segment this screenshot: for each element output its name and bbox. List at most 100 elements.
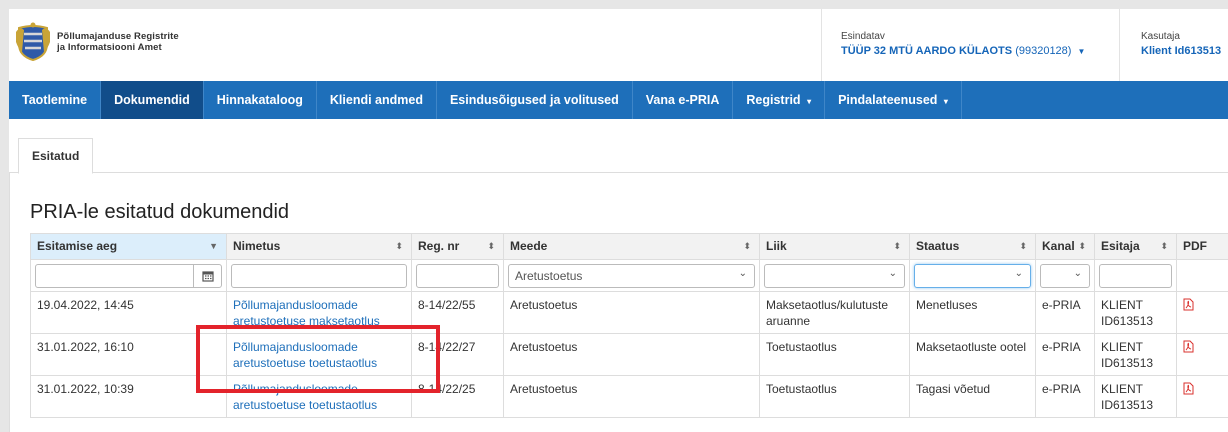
- sort-icon: ⬍: [1160, 241, 1168, 251]
- column-header-esitamise-aeg[interactable]: Esitamise aeg ▼: [30, 233, 227, 260]
- user-label: Kasutaja: [1141, 31, 1180, 42]
- column-header-staatus[interactable]: Staatus ⬍: [909, 233, 1036, 260]
- user-name[interactable]: Klient Id613513: [1141, 45, 1221, 57]
- nav-label: Pindalateenused: [838, 93, 938, 107]
- esitaja-filter-input[interactable]: [1099, 263, 1172, 288]
- chevron-down-icon: ▼: [1077, 47, 1086, 56]
- chevron-down-icon: ▾: [807, 97, 812, 106]
- window-frame-top: [0, 0, 1228, 9]
- cell-date: 31.01.2022, 16:10: [30, 333, 227, 376]
- column-label: Esitaja: [1101, 239, 1140, 253]
- name-filter-input[interactable]: [231, 263, 407, 288]
- nav-label: Esindusõigused ja volitused: [449, 93, 619, 107]
- cell-liik: Toetustaotlus: [759, 375, 910, 418]
- header-divider: [821, 9, 822, 81]
- window-frame-left: [0, 0, 9, 432]
- header-divider: [1119, 9, 1120, 81]
- nav-item-esindusoigused[interactable]: Esindusõigused ja volitused: [437, 81, 633, 119]
- date-filter-input[interactable]: [35, 263, 222, 288]
- column-label: Staatus: [916, 239, 960, 253]
- cell-date: 19.04.2022, 14:45: [30, 291, 227, 334]
- pdf-icon[interactable]: [1183, 382, 1194, 399]
- meede-filter-select[interactable]: Aretustoetus ⌄: [508, 263, 755, 288]
- nav-label: Hinnakataloog: [216, 93, 303, 107]
- column-label: Nimetus: [233, 239, 281, 253]
- document-link[interactable]: Põllumajandusloomade aretustoetuse toetu…: [233, 382, 377, 412]
- cell-reg: 8-14/22/27: [411, 333, 504, 376]
- nav-item-registrid[interactable]: Registrid ▾: [733, 81, 826, 119]
- nav-label: Vana e-PRIA: [645, 93, 720, 107]
- cell-staatus: Menetluses: [909, 291, 1036, 334]
- reg-nr-filter-input[interactable]: [416, 263, 499, 288]
- column-header-liik[interactable]: Liik ⬍: [759, 233, 910, 260]
- pdf-filter-cell: [1176, 259, 1228, 292]
- sort-icon: ⬍: [487, 241, 495, 251]
- cell-staatus: Maksetaotluste ootel: [909, 333, 1036, 376]
- cell-reg: 8-14/22/55: [411, 291, 504, 334]
- representative-value[interactable]: TÜÜP 32 MTÜ AARDO KÜLAOTS (99320128) ▼: [841, 45, 1085, 57]
- representative-selector[interactable]: Esindatav TÜÜP 32 MTÜ AARDO KÜLAOTS (993…: [841, 31, 1085, 57]
- cell-staatus: Tagasi võetud: [909, 375, 1036, 418]
- meede-filter-value: Aretustoetus: [515, 268, 583, 283]
- nav-label: Kliendi andmed: [329, 93, 423, 107]
- column-label: Kanal: [1042, 239, 1075, 253]
- cell-kanal: e-PRIA: [1035, 375, 1095, 418]
- column-label: Meede: [510, 239, 548, 253]
- cell-pdf: [1176, 291, 1228, 334]
- column-header-meede[interactable]: Meede ⬍: [503, 233, 760, 260]
- column-header-reg-nr[interactable]: Reg. nr ⬍: [411, 233, 504, 260]
- chevron-down-icon: ⌄: [888, 267, 897, 279]
- document-link[interactable]: Põllumajandusloomade aretustoetuse makse…: [233, 298, 380, 328]
- cell-liik: Maksetaotlus/kulutuste aruanne: [759, 291, 910, 334]
- staatus-filter-select[interactable]: ⌄: [914, 263, 1031, 288]
- nav-item-vana-epria[interactable]: Vana e-PRIA: [633, 81, 734, 119]
- sort-icon: ⬍: [893, 241, 901, 251]
- org-name-line2: ja Informatsiooni Amet: [57, 42, 162, 53]
- chevron-down-icon: ⌄: [1073, 267, 1082, 279]
- table-row: 31.01.2022, 10:39 Põllumajandusloomade a…: [30, 375, 1228, 418]
- nav-item-dokumendid[interactable]: Dokumendid: [101, 81, 204, 119]
- cell-meede: Aretustoetus: [503, 375, 760, 418]
- cell-date: 31.01.2022, 10:39: [30, 375, 227, 418]
- column-header-kanal[interactable]: Kanal ⬍: [1035, 233, 1095, 260]
- table-row: 19.04.2022, 14:45 Põllumajandusloomade a…: [30, 291, 1228, 334]
- tab-esitatud[interactable]: Esitatud: [18, 138, 94, 174]
- cell-esitaja: KLIENT ID613513: [1094, 333, 1177, 376]
- chevron-down-icon: ▾: [943, 97, 948, 106]
- kanal-filter-select[interactable]: ⌄: [1040, 263, 1090, 288]
- document-link[interactable]: Põllumajandusloomade aretustoetuse toetu…: [233, 340, 377, 370]
- sort-desc-icon: ▼: [209, 241, 218, 251]
- user-menu[interactable]: Kasutaja Klient Id613513: [1141, 31, 1221, 57]
- content-border: [9, 173, 10, 432]
- chevron-down-icon: ⌄: [1014, 267, 1023, 279]
- nav-item-hinnakataloog[interactable]: Hinnakataloog: [204, 81, 317, 119]
- coat-of-arms-icon[interactable]: [15, 22, 51, 62]
- nav-item-kliendi-andmed[interactable]: Kliendi andmed: [317, 81, 437, 119]
- nav-item-taotlemine[interactable]: Taotlemine: [9, 81, 102, 119]
- calendar-icon[interactable]: [193, 264, 221, 287]
- sort-icon: ⬍: [743, 241, 751, 251]
- cell-kanal: e-PRIA: [1035, 291, 1095, 334]
- pdf-icon[interactable]: [1183, 298, 1194, 315]
- representative-name: TÜÜP 32 MTÜ AARDO KÜLAOTS: [841, 45, 1013, 57]
- table-row: 31.01.2022, 16:10 Põllumajandusloomade a…: [30, 333, 1228, 376]
- nav-label: Dokumendid: [114, 93, 190, 107]
- sort-icon: ⬍: [1019, 241, 1027, 251]
- nav-item-pindalateenused[interactable]: Pindalateenused ▾: [825, 81, 962, 119]
- org-name[interactable]: Põllumajanduse Registrite ja Informatsio…: [57, 31, 179, 53]
- liik-filter-select[interactable]: ⌄: [764, 263, 905, 288]
- representative-code: (99320128): [1015, 45, 1072, 57]
- cell-meede: Aretustoetus: [503, 291, 760, 334]
- cell-liik: Toetustaotlus: [759, 333, 910, 376]
- column-label: Esitamise aeg: [37, 239, 118, 253]
- cell-esitaja: KLIENT ID613513: [1094, 375, 1177, 418]
- column-header-esitaja[interactable]: Esitaja ⬍: [1094, 233, 1177, 260]
- cell-kanal: e-PRIA: [1035, 333, 1095, 376]
- column-label: Liik: [766, 239, 787, 253]
- representative-label: Esindatav: [841, 31, 885, 42]
- column-header-nimetus[interactable]: Nimetus ⬍: [226, 233, 412, 260]
- pdf-icon[interactable]: [1183, 340, 1194, 357]
- cell-esitaja: KLIENT ID613513: [1094, 291, 1177, 334]
- sort-icon: ⬍: [395, 241, 403, 251]
- page-title: PRIA-le esitatud dokumendid: [30, 201, 290, 223]
